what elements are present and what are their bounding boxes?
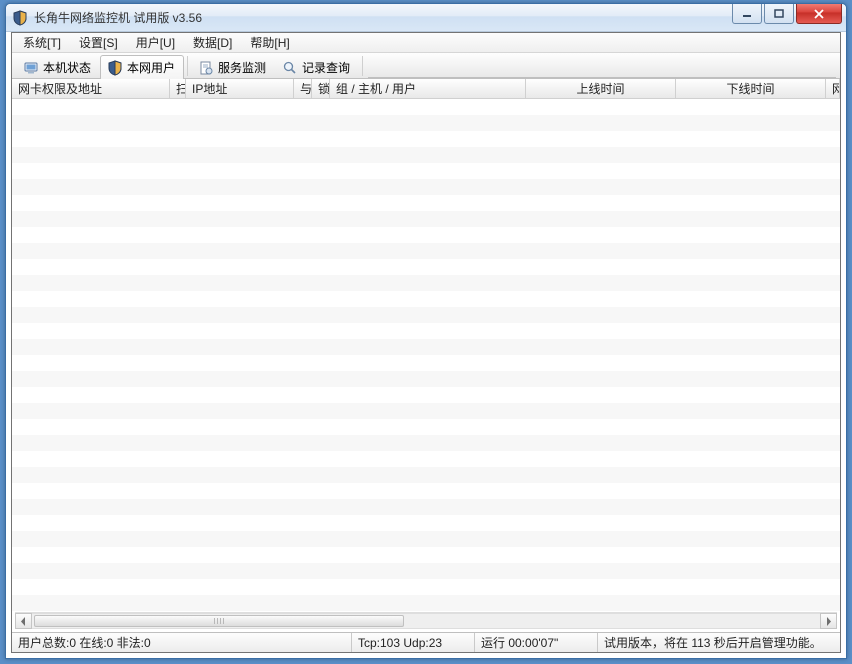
tab-label: 记录查询 <box>302 59 350 76</box>
menu-help[interactable]: 帮助[H] <box>241 32 298 53</box>
menu-system[interactable]: 系统[T] <box>14 32 70 53</box>
scroll-right-button[interactable] <box>820 613 837 629</box>
list-body[interactable] <box>12 99 840 612</box>
menu-data[interactable]: 数据[D] <box>184 32 241 53</box>
col-online-time[interactable]: 上线时间 <box>526 79 676 98</box>
scroll-track[interactable] <box>32 613 820 629</box>
computer-icon <box>23 60 39 76</box>
toolbar-separator <box>187 56 188 76</box>
col-net[interactable]: 网 <box>826 79 840 98</box>
scroll-thumb[interactable] <box>34 615 404 627</box>
status-runtime: 运行 00:00'07" <box>475 633 598 652</box>
status-trial: 试用版本，将在 113 秒后开启管理功能。 <box>598 633 840 652</box>
status-users: 用户总数:0 在线:0 非法:0 <box>12 633 352 652</box>
shield-icon <box>107 60 123 76</box>
close-button[interactable] <box>796 4 842 24</box>
minimize-button[interactable] <box>732 4 762 24</box>
app-window: 长角牛网络监控机 试用版 v3.56 系统[T] 设置[S] 用户[U] 数据[… <box>5 3 847 659</box>
tab-label: 服务监测 <box>218 59 266 76</box>
scroll-left-button[interactable] <box>15 613 32 629</box>
menu-user[interactable]: 用户[U] <box>127 32 184 53</box>
maximize-button[interactable] <box>764 4 794 24</box>
titlebar[interactable]: 长角牛网络监控机 试用版 v3.56 <box>6 4 846 32</box>
window-title: 长角牛网络监控机 试用版 v3.56 <box>34 9 202 26</box>
statusbar: 用户总数:0 在线:0 非法:0 Tcp:103 Udp:23 运行 00:00… <box>12 632 840 652</box>
tab-label: 本网用户 <box>127 59 175 76</box>
window-controls <box>732 4 846 24</box>
col-with[interactable]: 与 <box>294 79 312 98</box>
app-shield-icon <box>12 10 28 26</box>
magnifier-icon <box>282 60 298 76</box>
client-area: 系统[T] 设置[S] 用户[U] 数据[D] 帮助[H] 本机状态 <box>11 32 841 653</box>
tab-label: 本机状态 <box>43 59 91 76</box>
list-header: 网卡权限及地址 扫 IP地址 与 锁 组 / 主机 / 用户 上线时间 下线时间… <box>12 79 840 99</box>
menu-settings[interactable]: 设置[S] <box>70 32 127 53</box>
document-gear-icon <box>198 60 214 76</box>
status-netio: Tcp:103 Udp:23 <box>352 633 475 652</box>
tab-network-users[interactable]: 本网用户 <box>100 55 184 79</box>
toolbar: 本机状态 本网用户 <box>12 53 840 79</box>
col-lock[interactable]: 锁 <box>312 79 330 98</box>
col-group-host[interactable]: 组 / 主机 / 用户 <box>330 79 526 98</box>
col-ip[interactable]: IP地址 <box>186 79 294 98</box>
tab-local-status[interactable]: 本机状态 <box>16 55 100 79</box>
tab-log-query[interactable]: 记录查询 <box>275 55 359 79</box>
col-nic-permission[interactable]: 网卡权限及地址 <box>12 79 170 98</box>
menubar: 系统[T] 设置[S] 用户[U] 数据[D] 帮助[H] <box>12 33 840 53</box>
h-scrollbar[interactable] <box>15 612 837 629</box>
toolbar-separator <box>362 56 363 76</box>
col-offline-time[interactable]: 下线时间 <box>676 79 826 98</box>
col-scan[interactable]: 扫 <box>170 79 186 98</box>
tab-service-monitor[interactable]: 服务监测 <box>191 55 275 79</box>
